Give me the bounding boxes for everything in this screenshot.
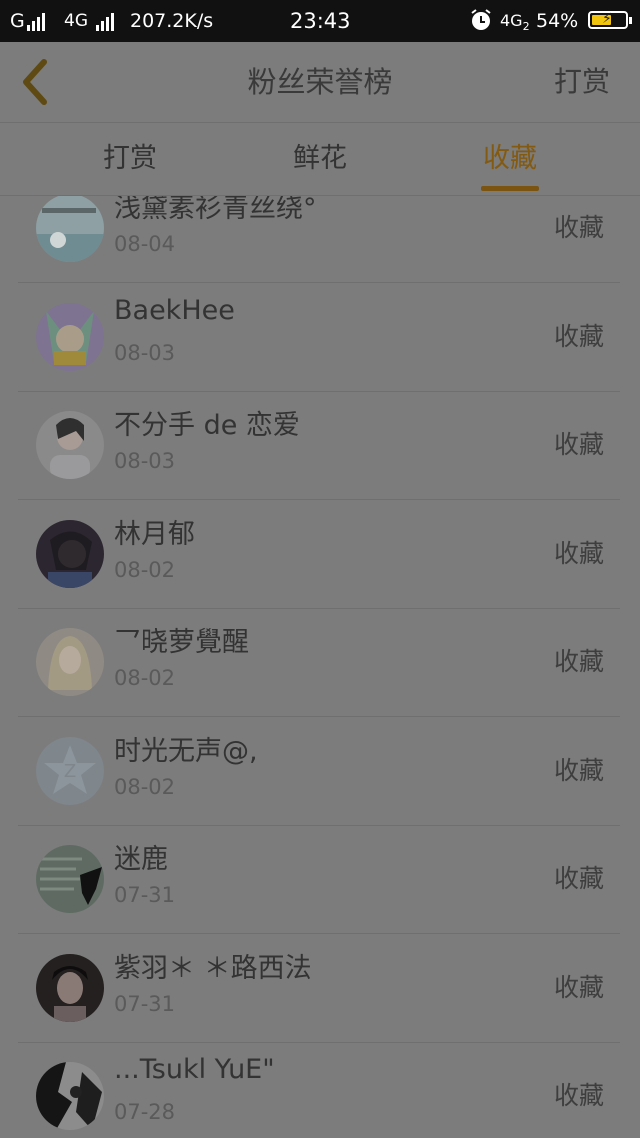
tab-label: 打赏	[103, 143, 157, 174]
fan-date: 07-28	[114, 1100, 176, 1124]
fan-name: 紫羽＊ ＊路西法	[114, 953, 312, 984]
active-tab-indicator	[481, 186, 539, 191]
avatar	[36, 303, 104, 371]
fan-action-label: 收藏	[553, 213, 604, 242]
fan-name: ...Tsukl YuE"	[114, 1054, 275, 1085]
avatar	[36, 845, 104, 913]
list-item[interactable]: 乛晓萝覺醒 08-02 收藏	[18, 608, 620, 717]
fan-date: 08-02	[114, 558, 176, 582]
status-bar: G 4G 207.2K/s 23:43 4G2 54% ⚡	[0, 0, 640, 42]
avatar: Z	[36, 737, 104, 805]
fan-action-label: 收藏	[553, 430, 604, 459]
avatar	[36, 628, 104, 696]
avatar	[36, 954, 104, 1022]
tab-label: 收藏	[483, 143, 537, 174]
avatar	[36, 520, 104, 588]
fan-name: 林月郁	[114, 519, 195, 550]
header-bar: 粉丝荣誉榜 打赏	[0, 42, 640, 123]
fan-action-label: 收藏	[553, 973, 604, 1002]
list-item[interactable]: 不分手 de 恋爱 08-03 收藏	[18, 391, 620, 500]
fan-name: 乛晓萝覺醒	[114, 627, 249, 658]
tab-bar: 打赏 鲜花 收藏	[0, 123, 640, 196]
list-item[interactable]: 林月郁 08-02 收藏	[18, 500, 620, 609]
fan-name: 不分手 de 恋爱	[114, 410, 300, 441]
fan-action-label: 收藏	[553, 864, 604, 893]
fan-date: 07-31	[114, 883, 176, 907]
fan-list[interactable]: 浅黛素衫青丝绕° 08-04 收藏 BaekHee 08-03 收藏 不分手 d…	[0, 196, 640, 1138]
list-item[interactable]: 浅黛素衫青丝绕° 08-04 收藏	[18, 196, 620, 283]
fan-date: 08-04	[114, 232, 176, 256]
signal-icon-2	[96, 13, 116, 37]
list-item[interactable]: BaekHee 08-03 收藏	[18, 283, 620, 392]
signal-icon	[27, 13, 47, 37]
fan-date: 08-02	[114, 775, 176, 799]
list-item[interactable]: 紫羽＊ ＊路西法 07-31 收藏	[18, 934, 620, 1043]
list-item[interactable]: ...Tsukl YuE" 07-28 收藏	[18, 1042, 620, 1138]
network-speed: 207.2K/s	[130, 10, 214, 32]
fan-date: 08-03	[114, 341, 176, 365]
list-item[interactable]: 迷鹿 07-31 收藏	[18, 825, 620, 934]
tab-label: 鲜花	[293, 143, 347, 174]
fan-date: 08-02	[114, 666, 176, 690]
network-type-2: 4G2	[500, 11, 530, 34]
avatar	[36, 1062, 104, 1130]
fan-action-label: 收藏	[553, 1081, 604, 1110]
page-title: 粉丝荣誉榜	[247, 65, 393, 99]
network-type: 4G	[64, 11, 88, 31]
carrier-label: G	[10, 10, 25, 32]
svg-text:Z: Z	[64, 761, 76, 782]
tab-flowers[interactable]: 鲜花	[250, 123, 390, 195]
avatar	[36, 411, 104, 479]
fan-name: BaekHee	[114, 295, 235, 326]
fan-name: 迷鹿	[114, 844, 168, 875]
fan-action-label: 收藏	[553, 322, 604, 351]
battery-percent: 54%	[536, 10, 579, 32]
fan-date: 08-03	[114, 449, 176, 473]
fan-action-label: 收藏	[553, 647, 604, 676]
fan-name: 浅黛素衫青丝绕°	[114, 196, 317, 224]
avatar	[36, 196, 104, 262]
alarm-icon	[470, 8, 492, 38]
battery-icon: ⚡	[588, 11, 632, 29]
fan-name: 时光无声@,	[114, 736, 258, 767]
fan-action-label: 收藏	[553, 756, 604, 785]
fan-date: 07-31	[114, 992, 176, 1016]
fan-action-label: 收藏	[553, 539, 604, 568]
tab-favorites[interactable]: 收藏	[440, 123, 580, 195]
tab-reward[interactable]: 打赏	[60, 123, 200, 195]
clock: 23:43	[290, 9, 351, 33]
list-item[interactable]: Z 时光无声@, 08-02 收藏	[18, 717, 620, 826]
reward-button[interactable]: 打赏	[554, 42, 610, 122]
